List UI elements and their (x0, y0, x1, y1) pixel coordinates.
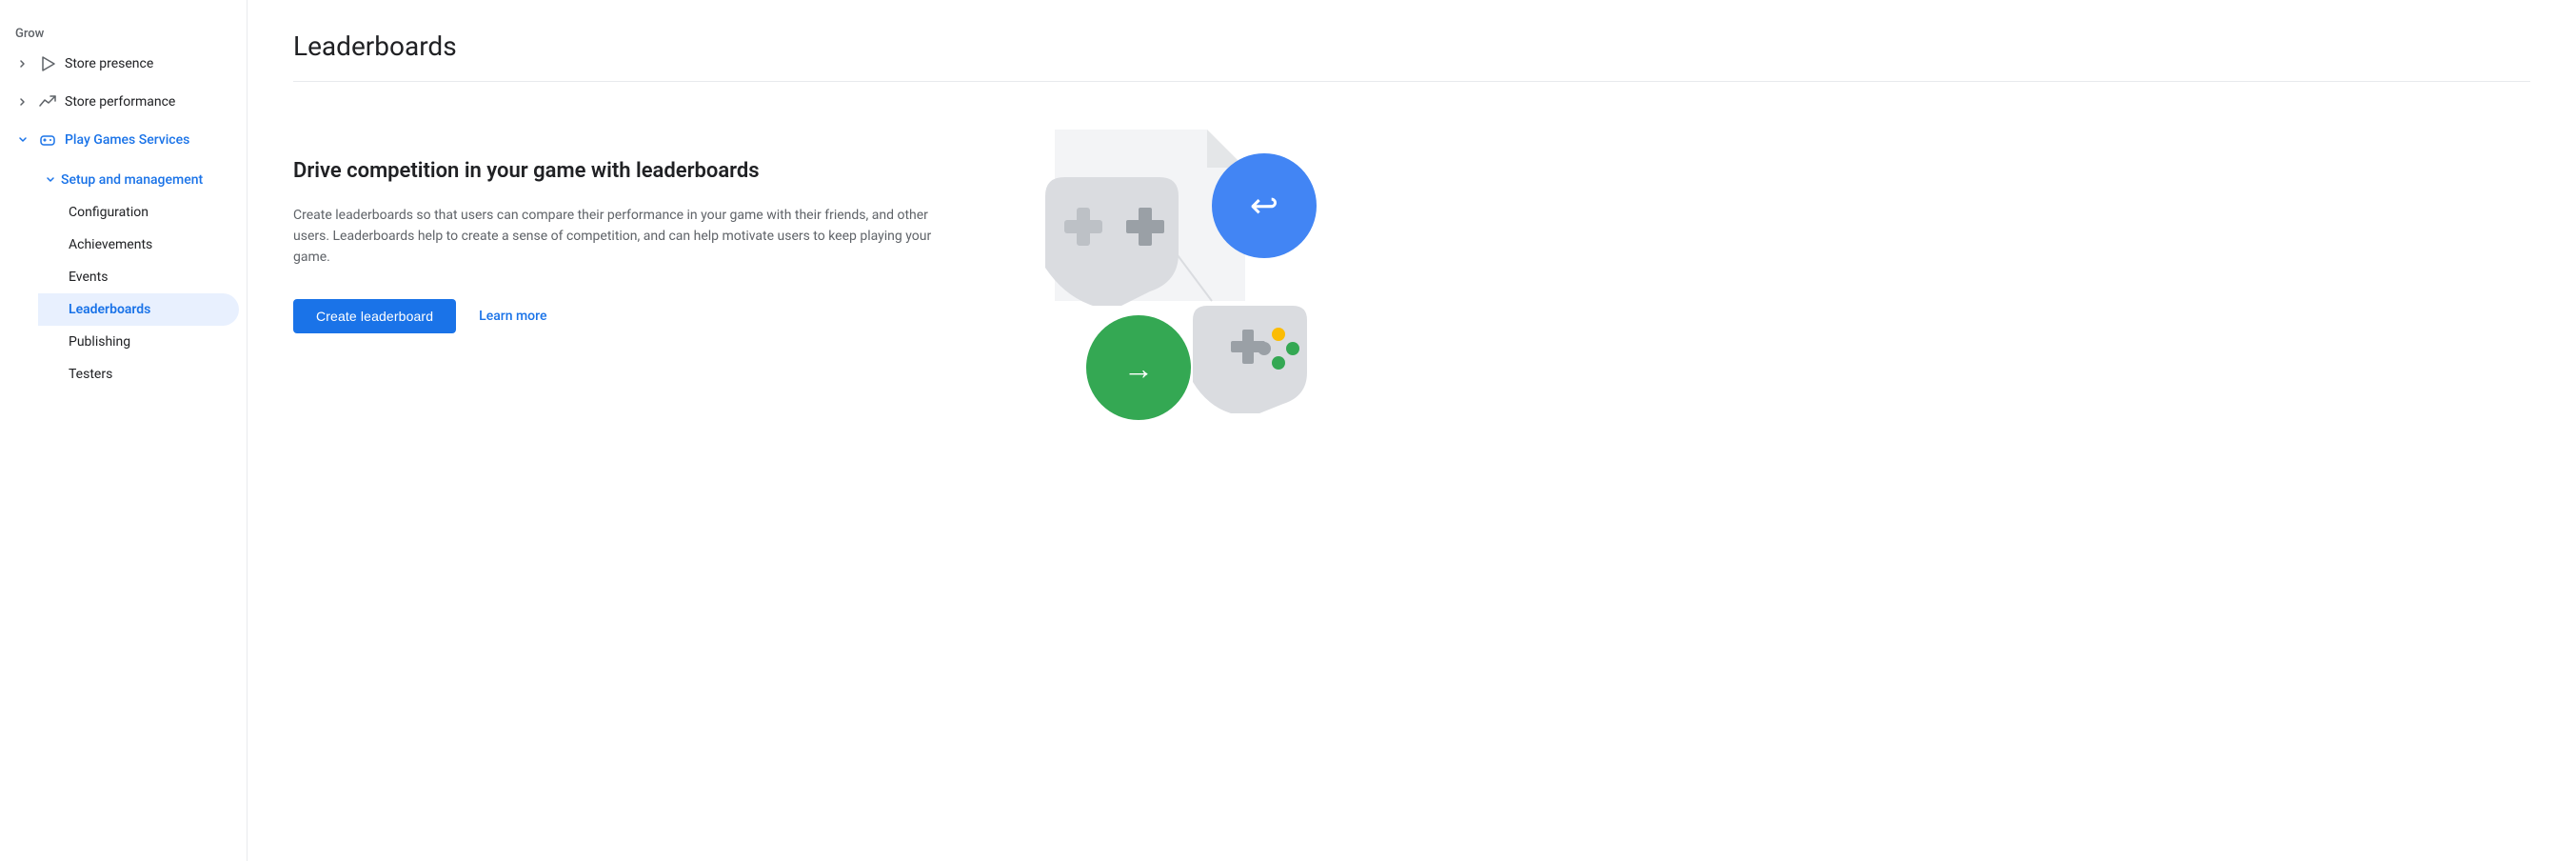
grow-section-label: Grow (0, 19, 247, 45)
promo-desc: Create leaderboards so that users can co… (293, 205, 941, 269)
content-area: Drive competition in your game with lead… (293, 120, 2530, 444)
controller-svg: ↩ → (979, 101, 1340, 463)
chevron-right-icon (15, 94, 30, 110)
configuration-label: Configuration (69, 205, 149, 220)
leaderboards-label: Leaderboards (69, 302, 150, 317)
sidebar-sub-item-publishing[interactable]: Publishing (38, 326, 239, 358)
events-label: Events (69, 270, 108, 285)
gamepad-icon (38, 130, 57, 150)
svg-text:→: → (1123, 350, 1154, 387)
learn-more-link[interactable]: Learn more (479, 309, 546, 324)
sidebar-item-play-games-services[interactable]: Play Games Services (0, 121, 239, 159)
sidebar-sub-item-testers[interactable]: Testers (38, 358, 239, 390)
achievements-label: Achievements (69, 237, 152, 252)
sidebar-sub-item-leaderboards[interactable]: Leaderboards (38, 293, 239, 326)
text-section: Drive competition in your game with lead… (293, 120, 941, 333)
sidebar: Grow Store presence Store performa (0, 0, 248, 861)
sidebar-item-label: Store presence (65, 56, 153, 71)
illustration-area: ↩ → (998, 120, 1302, 444)
sidebar-item-store-presence[interactable]: Store presence (0, 45, 239, 83)
chevron-down-icon-sub (46, 170, 55, 189)
divider (293, 81, 2530, 82)
sidebar-sub-item-achievements[interactable]: Achievements (38, 229, 239, 261)
sidebar-item-label: Play Games Services (65, 132, 189, 148)
sidebar-item-label: Store performance (65, 94, 175, 110)
actions-row: Create leaderboard Learn more (293, 299, 941, 333)
promo-title: Drive competition in your game with lead… (293, 158, 941, 186)
svg-text:↩: ↩ (1250, 186, 1278, 226)
sidebar-item-store-performance[interactable]: Store performance (0, 83, 239, 121)
sidebar-sub-item-configuration[interactable]: Configuration (38, 196, 239, 229)
testers-label: Testers (69, 367, 112, 382)
setup-management-header[interactable]: Setup and management (38, 163, 247, 196)
setup-management-label: Setup and management (61, 172, 203, 188)
create-leaderboard-button[interactable]: Create leaderboard (293, 299, 456, 333)
chevron-down-icon (15, 132, 30, 148)
chevron-right-icon (15, 56, 30, 71)
sidebar-sub-item-events[interactable]: Events (38, 261, 239, 293)
play-icon (38, 54, 57, 73)
main-content: Leaderboards Drive competition in your g… (248, 0, 2576, 861)
publishing-label: Publishing (69, 334, 130, 350)
trending-icon (38, 92, 57, 111)
page-title: Leaderboards (293, 30, 2530, 62)
